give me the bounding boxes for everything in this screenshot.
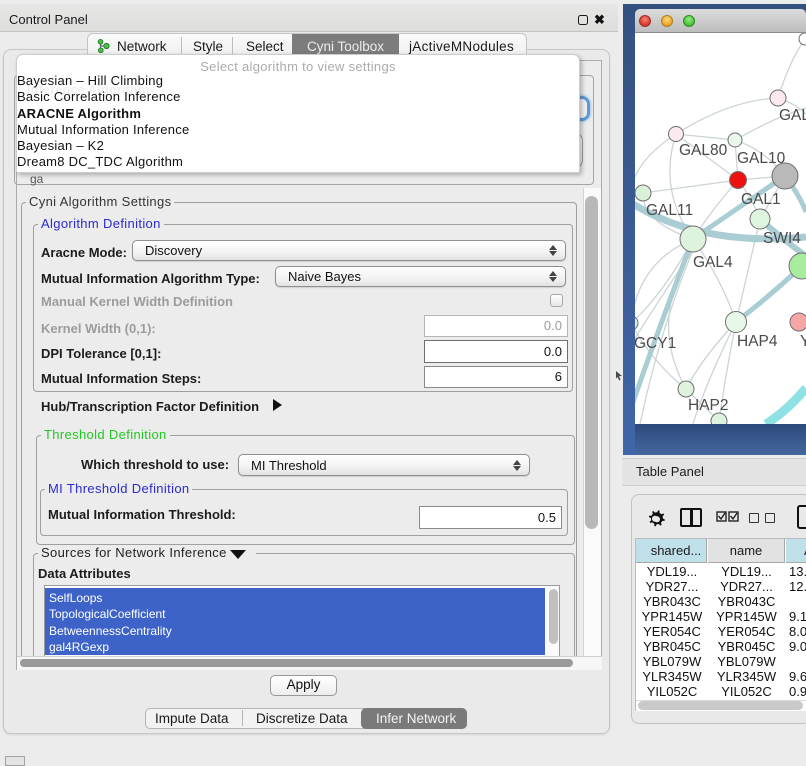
- svg-text:GAL11: GAL11: [646, 202, 693, 219]
- svg-text:GAL4: GAL4: [693, 254, 733, 271]
- svg-text:SWI4: SWI4: [763, 230, 801, 247]
- svg-text:GCY1: GCY1: [635, 335, 676, 352]
- svg-text:GAL10: GAL10: [737, 150, 786, 167]
- svg-text:GAL7: GAL7: [779, 107, 806, 124]
- svg-text:HAP4: HAP4: [737, 333, 778, 350]
- svg-text:HAP2: HAP2: [688, 397, 729, 414]
- svg-text:Y: Y: [800, 333, 806, 350]
- svg-text:GAL80: GAL80: [679, 142, 728, 159]
- svg-text:GAL1: GAL1: [741, 191, 781, 208]
